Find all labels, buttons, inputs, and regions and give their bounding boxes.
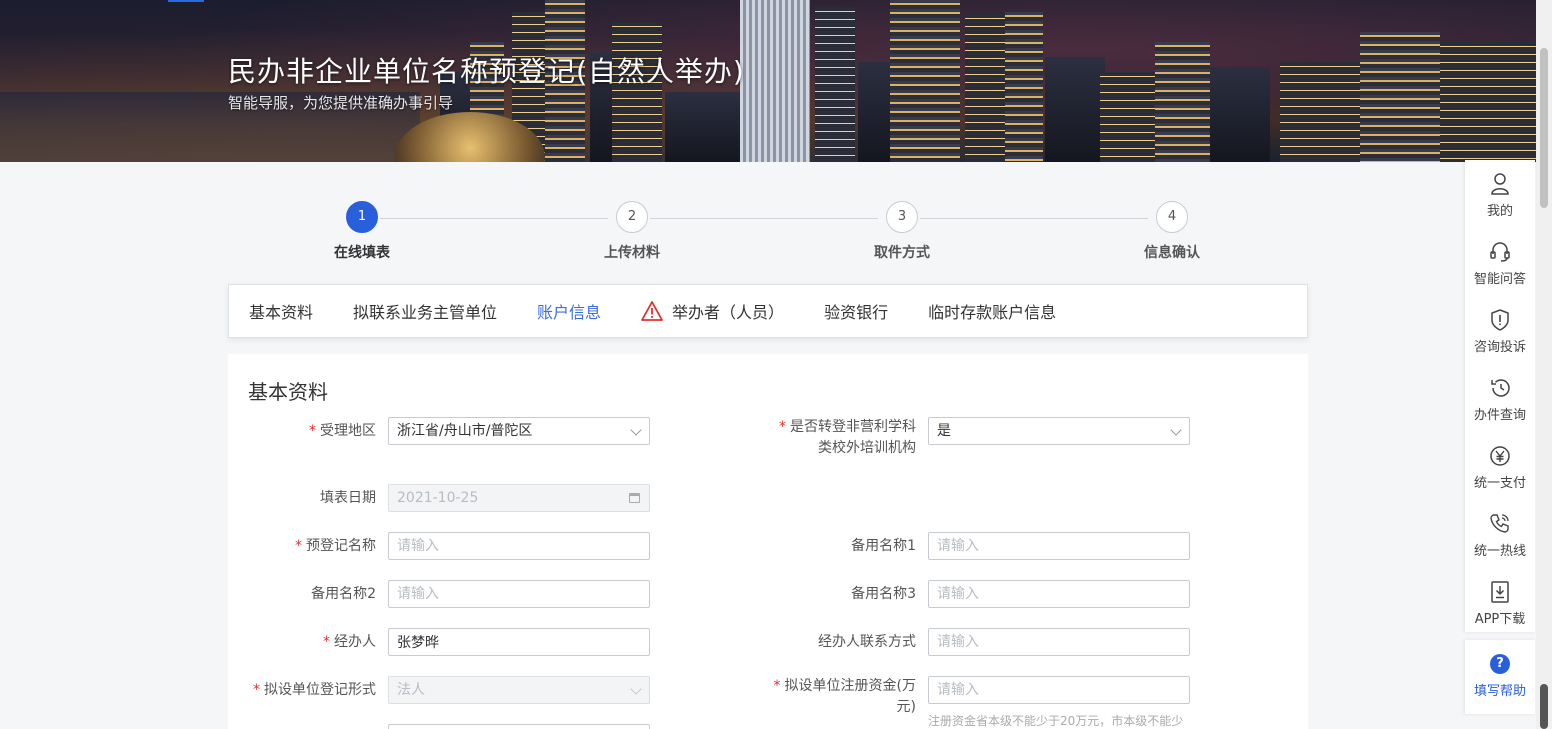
toolbar-label: 办件查询	[1473, 408, 1526, 423]
tab-organizer[interactable]: 举办者（人员）	[641, 299, 784, 323]
step-label: 取件方式	[874, 245, 930, 261]
user-icon	[1491, 173, 1509, 195]
form-type-select: 法人	[388, 676, 650, 704]
step-number: 2	[616, 201, 648, 233]
toolbar-label: 我的	[1486, 204, 1513, 219]
headset-icon	[1490, 242, 1510, 262]
transfer-label: * 是否转登非营利学科 类校外培训机构	[779, 419, 916, 456]
alt2-input[interactable]	[388, 580, 650, 608]
toolbar-label: 统一热线	[1473, 544, 1526, 559]
alt1-label: 备用名称1	[851, 538, 916, 554]
step-label: 信息确认	[1144, 245, 1200, 261]
toolbar-my[interactable]: 我的	[1465, 172, 1535, 219]
name-input[interactable]	[388, 532, 650, 560]
page-scrollbar[interactable]	[1536, 0, 1552, 729]
step-2: 2 上传材料	[572, 200, 692, 262]
toolbar-label: 咨询投诉	[1473, 340, 1526, 355]
capital-label: * 拟设单位注册资金(万 元)	[773, 678, 916, 715]
question-icon: ?	[1490, 654, 1510, 674]
step-3: 3 取件方式	[842, 200, 962, 262]
tab-basic-info[interactable]: 基本资料	[249, 299, 313, 323]
step-1: 1 在线填表	[302, 200, 422, 262]
toolbar-query[interactable]: 办件查询	[1465, 376, 1535, 423]
toolbar-payment[interactable]: 统一支付	[1465, 444, 1535, 491]
form-panel: 基本资料 * 受理地区 浙江省/舟山市/普陀区 * 是否转登非营利学科 类校外培训机…	[228, 354, 1308, 729]
next-field[interactable]	[388, 724, 650, 729]
download-icon	[1491, 581, 1509, 603]
region-select[interactable]: 浙江省/舟山市/普陀区	[388, 417, 650, 445]
region-label: * 受理地区	[309, 423, 376, 439]
scrollbar-handle[interactable]	[1540, 684, 1548, 729]
page-subtitle: 智能导服，为您提供准确办事引导	[228, 94, 454, 112]
form-type-value: 法人	[397, 682, 425, 698]
transfer-select[interactable]: 是	[928, 417, 1190, 445]
scrollbar-thumb[interactable]	[1540, 48, 1548, 208]
tab-supervisor-unit[interactable]: 拟联系业务主管单位	[353, 299, 497, 323]
step-label: 上传材料	[604, 245, 660, 261]
toolbar-hotline[interactable]: 统一热线	[1465, 512, 1535, 559]
step-label: 在线填表	[334, 245, 390, 261]
chevron-down-icon	[630, 424, 642, 436]
agent-input[interactable]	[388, 628, 650, 656]
toolbar-label: 智能问答	[1473, 272, 1526, 287]
tab-label: 举办者（人员）	[672, 303, 785, 322]
form-tabs: 基本资料 拟联系业务主管单位 账户信息 举办者（人员） 验资银行 临时存款账户信…	[228, 284, 1308, 338]
toolbar-qa[interactable]: 智能问答	[1465, 240, 1535, 287]
date-field: 2021-10-25	[388, 484, 650, 512]
alt3-input[interactable]	[928, 580, 1190, 608]
date-value: 2021-10-25	[397, 490, 479, 506]
header-banner: 民办非企业单位名称预登记(自然人举办) 智能导服，为您提供准确办事引导	[0, 0, 1536, 162]
step-number: 4	[1156, 201, 1188, 233]
side-toolbar: 我的 智能问答 咨询投诉 办件查询 统一支付 统一热线 APP下载	[1465, 160, 1535, 632]
chevron-down-icon	[630, 683, 642, 695]
shield-icon	[1491, 309, 1509, 331]
calendar-icon	[629, 493, 640, 503]
agent-contact-input[interactable]	[928, 628, 1190, 656]
name-label: * 预登记名称	[295, 538, 376, 554]
chevron-down-icon	[1170, 424, 1182, 436]
help-label: 填写帮助	[1473, 684, 1526, 699]
alt2-label: 备用名称2	[311, 586, 376, 602]
alt1-input[interactable]	[928, 532, 1190, 560]
step-number: 1	[346, 201, 378, 233]
top-indicator	[168, 0, 204, 2]
toolbar-label: APP下载	[1474, 612, 1526, 627]
toolbar-complaint[interactable]: 咨询投诉	[1465, 308, 1535, 355]
tab-capital-bank[interactable]: 验资银行	[824, 299, 888, 323]
step-number: 3	[886, 201, 918, 233]
toolbar-label: 统一支付	[1473, 476, 1526, 491]
agent-contact-label: 经办人联系方式	[818, 634, 916, 650]
progress-steps: 1 在线填表 2 上传材料 3 取件方式 4 信息确认	[228, 200, 1308, 270]
page-title: 民办非企业单位名称预登记(自然人举办)	[228, 55, 745, 88]
tab-account-info[interactable]: 账户信息	[537, 299, 601, 323]
alt3-label: 备用名称3	[851, 586, 916, 602]
step-4: 4 信息确认	[1112, 200, 1232, 262]
tab-temp-account[interactable]: 临时存款账户信息	[928, 299, 1056, 323]
yuan-icon	[1490, 446, 1510, 466]
history-icon	[1491, 379, 1510, 397]
agent-label: * 经办人	[323, 634, 376, 650]
toolbar-app-download[interactable]: APP下载	[1465, 580, 1535, 627]
region-value: 浙江省/舟山市/普陀区	[397, 423, 533, 439]
transfer-value: 是	[937, 423, 951, 439]
phone-icon	[1490, 514, 1509, 533]
capital-hint: 注册资金省本级不能少于20万元，市本级不能少	[928, 714, 1184, 728]
fill-help-button[interactable]: ? 填写帮助	[1465, 640, 1535, 714]
form-type-label: * 拟设单位登记形式	[253, 682, 376, 698]
capital-input[interactable]	[928, 676, 1190, 704]
warning-icon	[641, 301, 663, 321]
date-label: 填表日期	[320, 490, 376, 506]
section-title: 基本资料	[248, 380, 328, 404]
